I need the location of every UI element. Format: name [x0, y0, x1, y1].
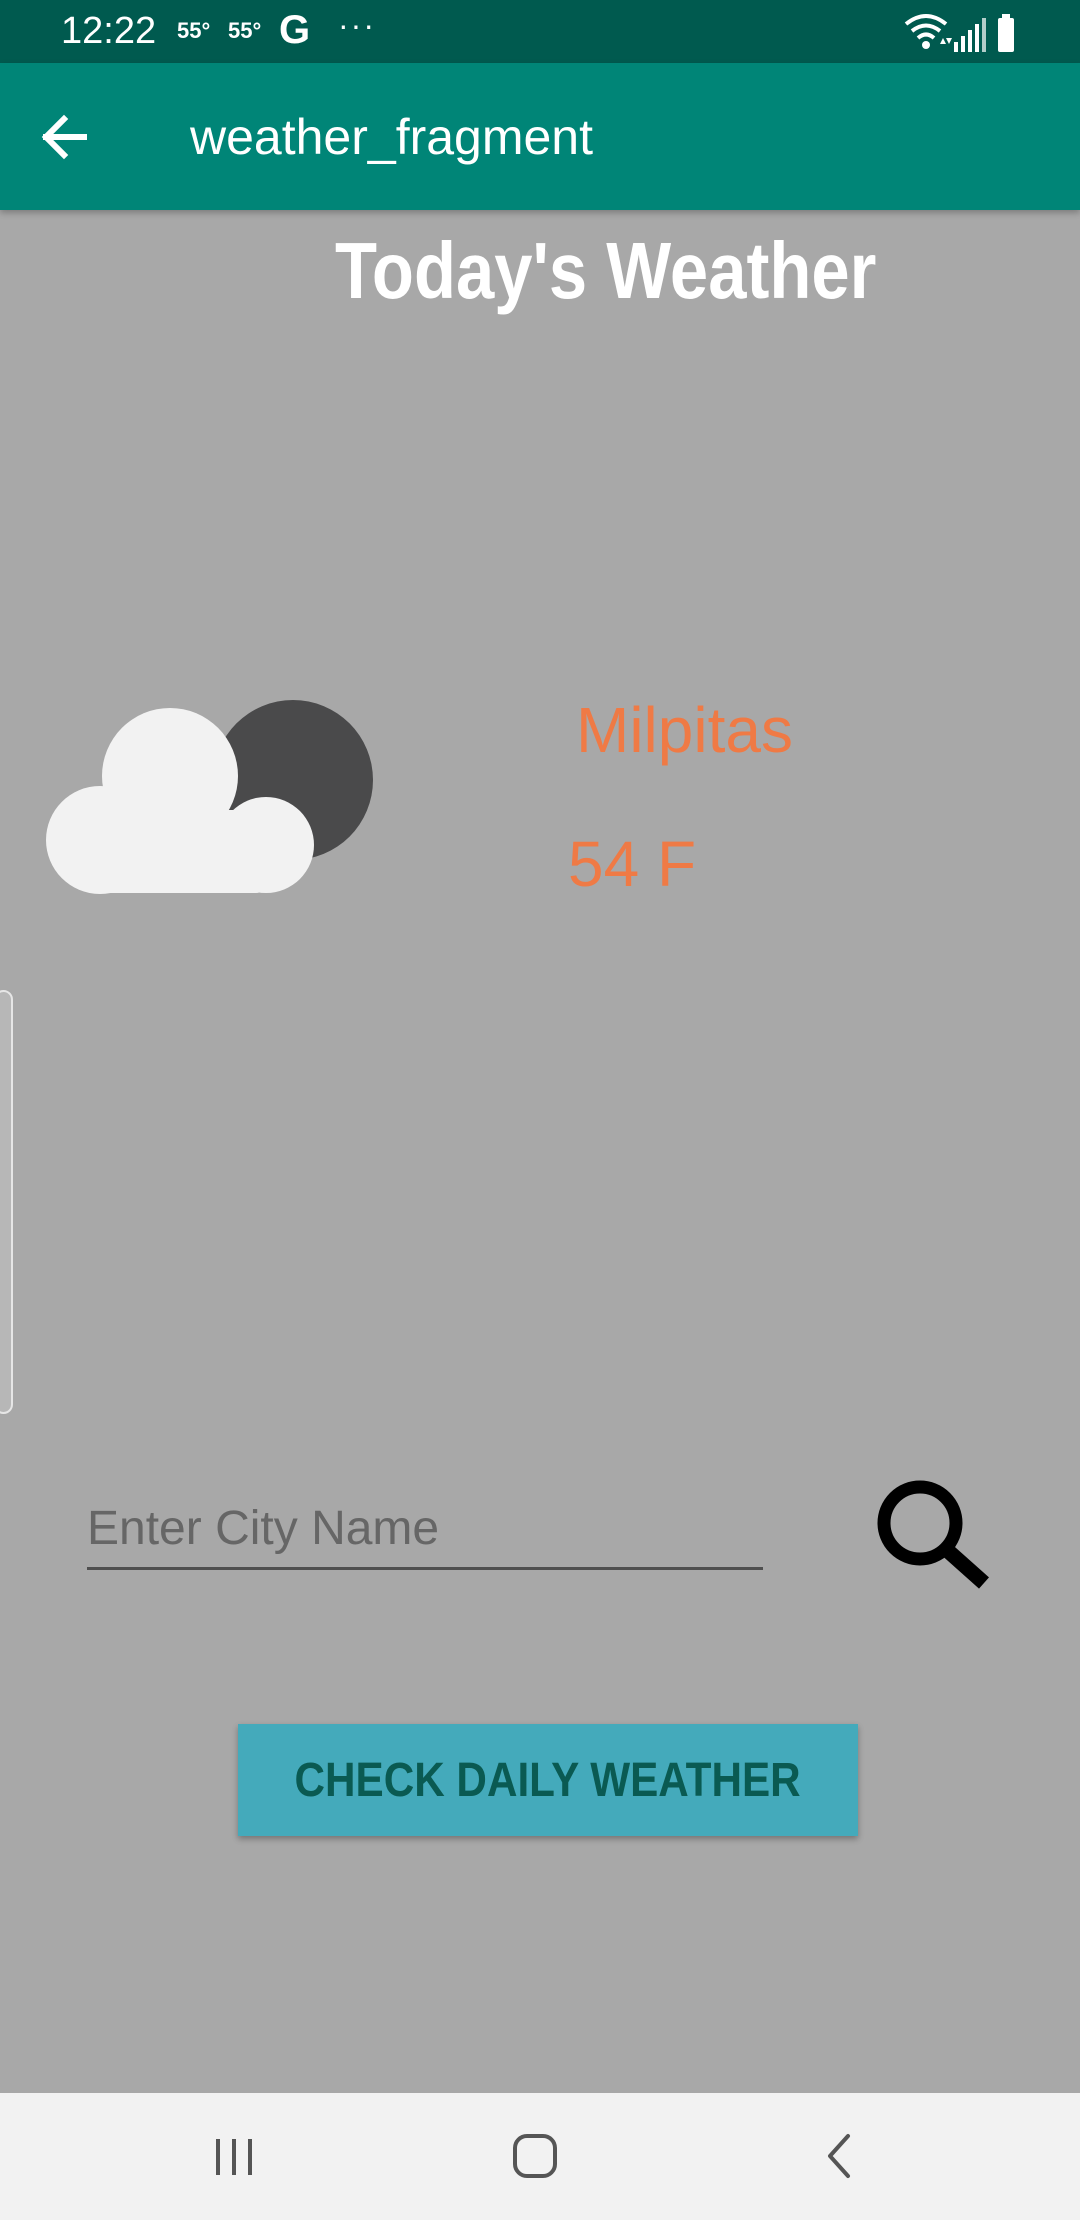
city-search-input[interactable] — [87, 1490, 763, 1570]
more-notifications-icon: ··· — [338, 7, 376, 43]
back-icon[interactable] — [800, 2121, 880, 2191]
temperature-value: 54 F — [568, 828, 697, 900]
arrow-back-icon[interactable] — [28, 100, 112, 174]
google-icon: G — [279, 8, 311, 52]
recents-icon[interactable] — [194, 2121, 274, 2191]
status-temp-2: 55° — [228, 18, 262, 43]
partly-cloudy-night-icon — [46, 700, 373, 894]
app-title: weather_fragment — [190, 109, 594, 165]
app-bar: weather_fragment — [0, 63, 1080, 210]
edge-panel-handle[interactable] — [0, 990, 13, 1414]
check-daily-weather-button[interactable]: CHECK DAILY WEATHER — [238, 1724, 858, 1836]
status-temp-1: 55° — [177, 18, 211, 43]
status-icons — [904, 14, 1014, 52]
status-bar: 12:22 55° 55° G ··· — [0, 0, 1080, 63]
navigation-bar — [0, 2093, 1080, 2220]
home-icon[interactable] — [495, 2121, 575, 2191]
search-icon[interactable] — [870, 1475, 995, 1595]
signal-icon — [954, 18, 986, 52]
status-time: 12:22 — [61, 10, 157, 52]
battery-icon — [998, 14, 1014, 52]
wifi-icon — [904, 14, 952, 49]
check-daily-weather-label: CHECK DAILY WEATHER — [294, 1753, 802, 1807]
city-name: Milpitas — [576, 694, 793, 766]
page-title: Today's Weather — [335, 226, 877, 315]
